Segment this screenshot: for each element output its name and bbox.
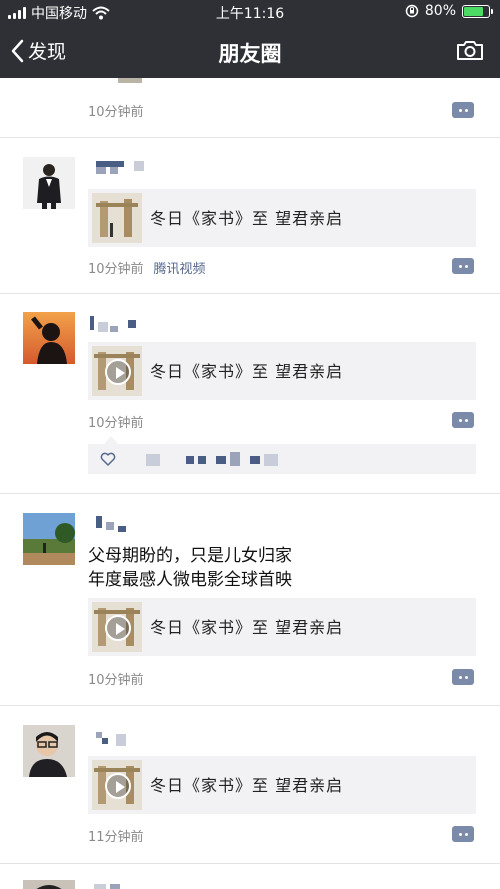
video-thumbnail bbox=[92, 193, 142, 243]
battery-percent: 80% bbox=[424, 3, 456, 19]
moment-post bbox=[0, 864, 500, 889]
moment-post: 10分钟前 bbox=[0, 78, 500, 138]
status-bar: 中国移动 上午11:16 80% bbox=[0, 0, 500, 24]
play-icon bbox=[105, 773, 131, 799]
video-thumbnail bbox=[92, 602, 142, 652]
avatar[interactable] bbox=[23, 880, 75, 889]
post-text-line: 父母期盼的，只是儿女归家 bbox=[88, 546, 292, 566]
avatar-image bbox=[23, 513, 75, 565]
nickname[interactable] bbox=[88, 516, 138, 532]
battery-icon bbox=[462, 4, 493, 18]
moment-post: 冬日《家书》至 望君亲启 10分钟前 腾讯视频 bbox=[0, 138, 500, 294]
battery-fill bbox=[464, 6, 484, 16]
card-title: 冬日《家书》至 望君亲启 bbox=[150, 776, 344, 795]
nickname[interactable] bbox=[88, 158, 148, 174]
source-link[interactable]: 腾讯视频 bbox=[154, 262, 206, 277]
heart-icon bbox=[100, 452, 116, 466]
thumbnail-fragment bbox=[118, 78, 142, 83]
card-title: 冬日《家书》至 望君亲启 bbox=[150, 618, 344, 637]
camera-icon[interactable] bbox=[456, 39, 484, 61]
video-link-card[interactable]: 冬日《家书》至 望君亲启 bbox=[88, 189, 476, 247]
top-bar: 中国移动 上午11:16 80% 发现 朋友圈 bbox=[0, 0, 500, 78]
video-thumbnail bbox=[92, 346, 142, 396]
nickname[interactable] bbox=[88, 316, 144, 332]
avatar[interactable] bbox=[23, 157, 75, 209]
video-link-card[interactable]: 冬日《家书》至 望君亲启 bbox=[88, 342, 476, 400]
post-time: 10分钟前 bbox=[88, 105, 144, 120]
avatar-image bbox=[23, 312, 75, 364]
card-title: 冬日《家书》至 望君亲启 bbox=[150, 209, 344, 228]
post-text-line: 年度最感人微电影全球首映 bbox=[88, 570, 292, 590]
avatar[interactable] bbox=[23, 513, 75, 565]
likes-box bbox=[88, 436, 476, 474]
card-title: 冬日《家书》至 望君亲启 bbox=[150, 362, 344, 381]
post-meta: 10分钟前 腾讯视频 bbox=[88, 258, 206, 277]
rotation-lock-icon bbox=[405, 4, 419, 18]
video-thumbnail bbox=[92, 760, 142, 810]
more-actions-button[interactable] bbox=[452, 826, 474, 842]
more-actions-button[interactable] bbox=[452, 258, 474, 274]
moment-post: 冬日《家书》至 望君亲启 10分钟前 bbox=[0, 294, 500, 494]
video-link-card[interactable]: 冬日《家书》至 望君亲启 bbox=[88, 598, 476, 656]
navigation-bar: 发现 朋友圈 bbox=[0, 24, 500, 78]
nickname[interactable] bbox=[88, 882, 128, 889]
avatar-image bbox=[23, 157, 75, 209]
more-actions-button[interactable] bbox=[452, 412, 474, 428]
nickname[interactable] bbox=[88, 730, 138, 746]
moments-feed[interactable]: 10分钟前 冬日《家书》至 望君亲启 10分钟前 腾讯视频 冬日《家书》至 望君… bbox=[0, 78, 500, 889]
avatar-image bbox=[23, 725, 75, 777]
moment-post: 冬日《家书》至 望君亲启 11分钟前 bbox=[0, 706, 500, 864]
post-text: 父母期盼的，只是儿女归家 年度最感人微电影全球首映 bbox=[88, 544, 292, 592]
post-time: 11分钟前 bbox=[88, 830, 144, 845]
play-icon bbox=[105, 615, 131, 641]
post-time: 10分钟前 bbox=[88, 416, 144, 431]
more-actions-button[interactable] bbox=[452, 669, 474, 685]
page-title: 朋友圈 bbox=[218, 42, 282, 66]
avatar-image bbox=[23, 880, 75, 889]
avatar[interactable] bbox=[23, 312, 75, 364]
video-link-card[interactable]: 冬日《家书》至 望君亲启 bbox=[88, 756, 476, 814]
play-icon bbox=[105, 359, 131, 385]
avatar[interactable] bbox=[23, 725, 75, 777]
post-time: 10分钟前 bbox=[88, 262, 144, 277]
status-right: 80% bbox=[405, 3, 493, 19]
post-time: 10分钟前 bbox=[88, 673, 144, 688]
more-actions-button[interactable] bbox=[452, 102, 474, 118]
moment-post: 父母期盼的，只是儿女归家 年度最感人微电影全球首映 冬日《家书》至 望君亲启 1… bbox=[0, 494, 500, 706]
